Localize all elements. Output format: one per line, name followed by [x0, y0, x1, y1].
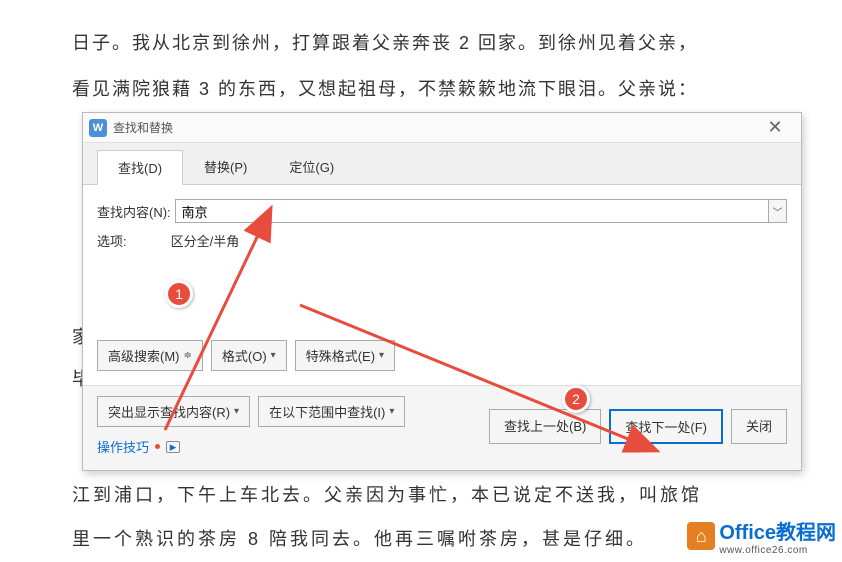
- highlight-results-button[interactable]: 突出显示查找内容(R)▾: [97, 396, 250, 427]
- background-text-5: 江到浦口，下午上车北去。父亲因为事忙，本已说定不送我，叫旅馆: [72, 476, 702, 516]
- play-icon: ▸: [166, 441, 180, 453]
- caret-down-icon: ▾: [234, 406, 239, 417]
- watermark-title: Office教程网: [719, 516, 836, 545]
- search-in-button[interactable]: 在以下范围中查找(I)▾: [258, 396, 405, 427]
- tab-strip: 查找(D) 替换(P) 定位(G): [83, 143, 801, 184]
- close-button[interactable]: 关闭: [731, 409, 787, 444]
- find-dropdown-arrow[interactable]: ﹀: [769, 199, 787, 223]
- badge-1: 1: [165, 280, 193, 308]
- caret-down-icon: ▾: [271, 350, 276, 361]
- background-text-6: 里一个熟识的茶房 8 陪我同去。他再三嘱咐茶房，甚是仔细。: [72, 520, 647, 560]
- dialog-titlebar[interactable]: W 查找和替换 ✕: [83, 113, 801, 143]
- find-next-button[interactable]: 查找下一处(F): [609, 409, 723, 444]
- watermark-url: www.office26.com: [719, 545, 836, 556]
- wps-icon: W: [89, 119, 107, 137]
- options-label: 选项:: [97, 231, 127, 250]
- office-icon: ⌂: [687, 522, 715, 550]
- options-value: 区分全/半角: [171, 231, 240, 250]
- close-icon[interactable]: ✕: [755, 114, 795, 142]
- find-prev-button[interactable]: 查找上一处(B): [489, 409, 601, 444]
- red-dot-icon: [155, 444, 160, 449]
- dialog-title: 查找和替换: [113, 119, 755, 136]
- find-content-input[interactable]: [175, 199, 769, 223]
- background-text-2: 看见满院狼藉 3 的东西，又想起祖母，不禁簌簌地流下眼泪。父亲说：: [0, 60, 770, 120]
- find-content-label: 查找内容(N):: [97, 202, 171, 221]
- caret-down-icon: ▾: [379, 350, 384, 361]
- caret-down-icon: ▾: [389, 406, 394, 417]
- badge-2: 2: [562, 385, 590, 413]
- tab-find[interactable]: 查找(D): [97, 150, 183, 185]
- tab-replace[interactable]: 替换(P): [183, 149, 268, 184]
- dialog-footer: 突出显示查找内容(R)▾ 在以下范围中查找(I)▾ 操作技巧 ▸ 查找上一处(B…: [83, 385, 801, 470]
- chevron-down-icon: ≑: [184, 350, 192, 361]
- special-format-button[interactable]: 特殊格式(E)▾: [295, 340, 395, 371]
- tab-goto[interactable]: 定位(G): [268, 149, 355, 184]
- watermark: ⌂ Office教程网 www.office26.com: [687, 516, 836, 556]
- tips-link[interactable]: 操作技巧 ▸: [97, 437, 405, 456]
- advanced-search-button[interactable]: 高级搜索(M)≑: [97, 340, 203, 371]
- tab-find-body: 查找内容(N): ﹀ 选项: 区分全/半角 高级搜索(M)≑ 格式(O)▾ 特殊…: [83, 184, 801, 385]
- format-button[interactable]: 格式(O)▾: [211, 340, 287, 371]
